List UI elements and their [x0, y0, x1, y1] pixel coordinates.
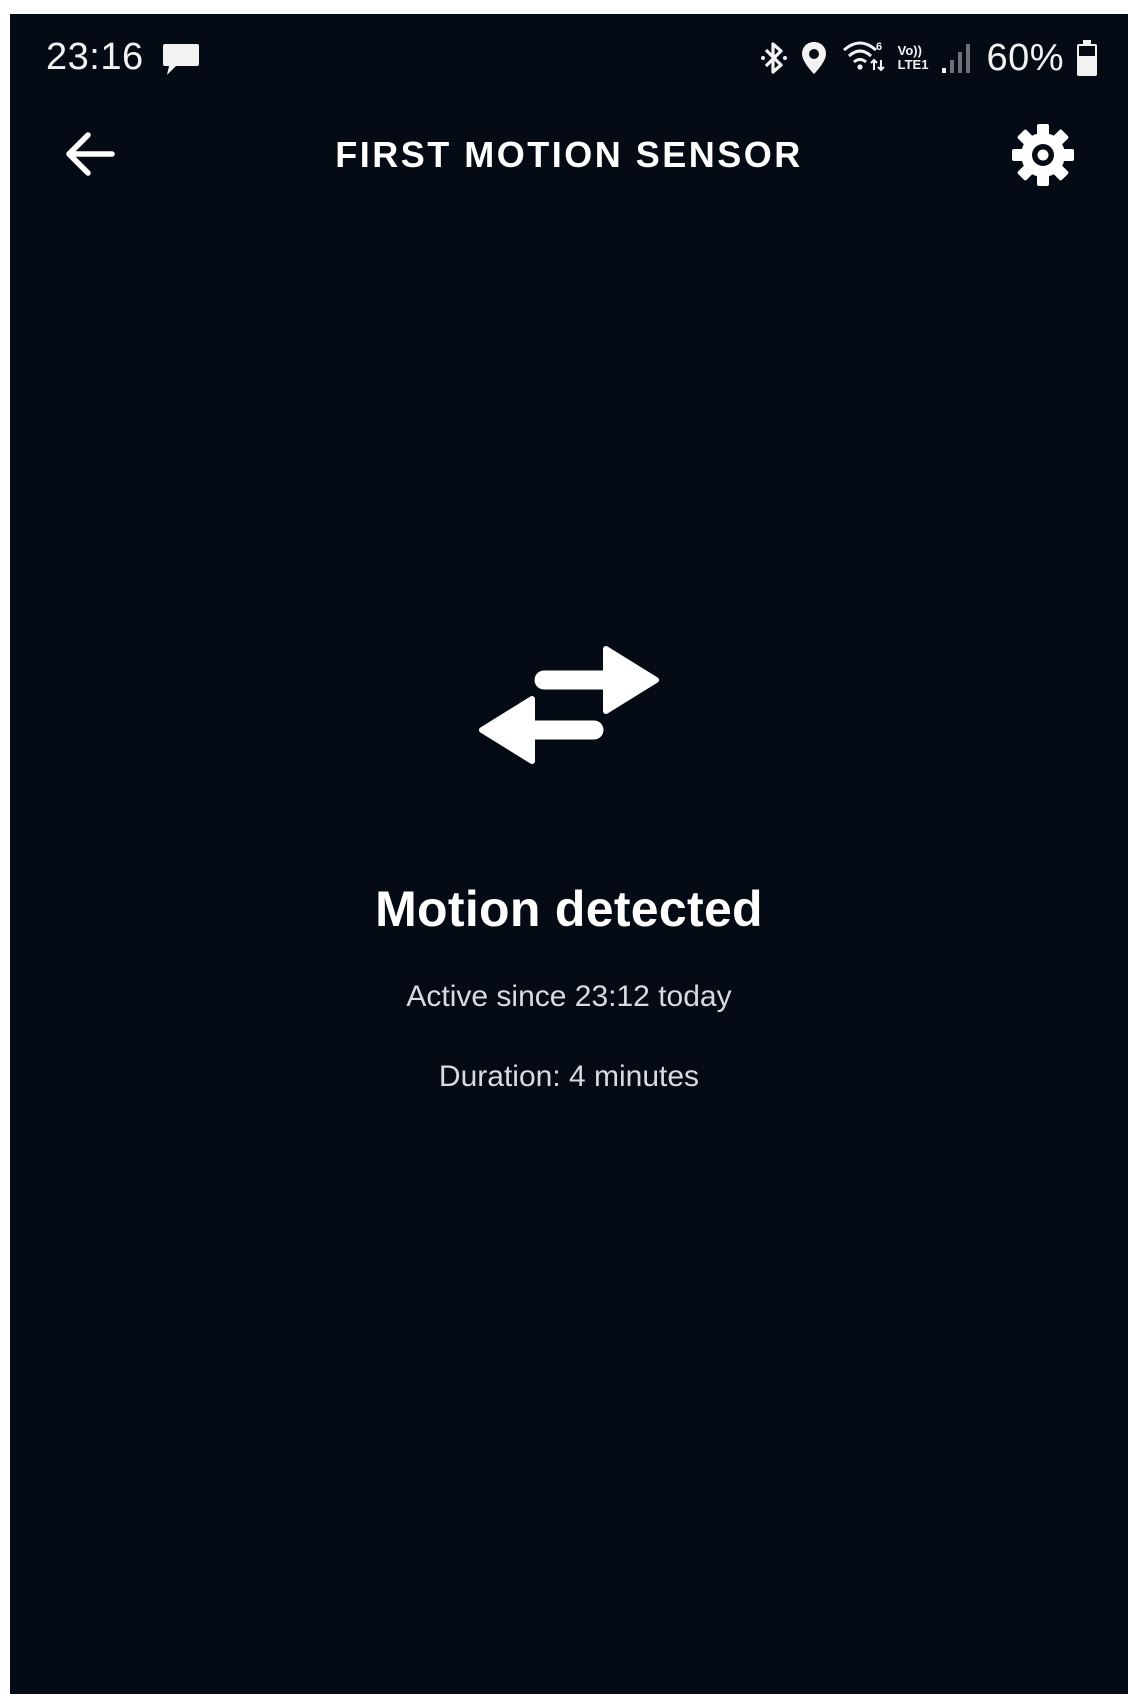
status-bar: 23:16 6 Vo)) LTE1 60%	[10, 14, 1128, 100]
battery-icon	[1077, 40, 1097, 76]
message-icon	[163, 44, 199, 75]
status-time: 23:16	[46, 36, 144, 78]
wifi-icon: 6	[842, 41, 885, 72]
network-type-label: Vo)) LTE1	[897, 43, 929, 72]
bluetooth-icon	[760, 42, 787, 74]
app-screen: 23:16 6 Vo)) LTE1 60% FIRST MOTION SENSO…	[10, 14, 1128, 1694]
battery-percent: 60%	[986, 36, 1064, 79]
status-icons: 6 Vo)) LTE1 60%	[760, 36, 1098, 80]
location-icon	[801, 42, 826, 74]
svg-text:6: 6	[876, 41, 882, 53]
active-since-text: Active since 23:12 today	[406, 980, 732, 1013]
gear-icon[interactable]	[1010, 122, 1076, 188]
signal-icon	[942, 44, 971, 73]
app-header: FIRST MOTION SENSOR	[10, 106, 1128, 202]
duration-text: Duration: 4 minutes	[438, 1060, 700, 1093]
page-title: FIRST MOTION SENSOR	[335, 134, 803, 175]
swap-arrows-icon	[479, 646, 659, 764]
motion-status-title: Motion detected	[375, 881, 763, 937]
